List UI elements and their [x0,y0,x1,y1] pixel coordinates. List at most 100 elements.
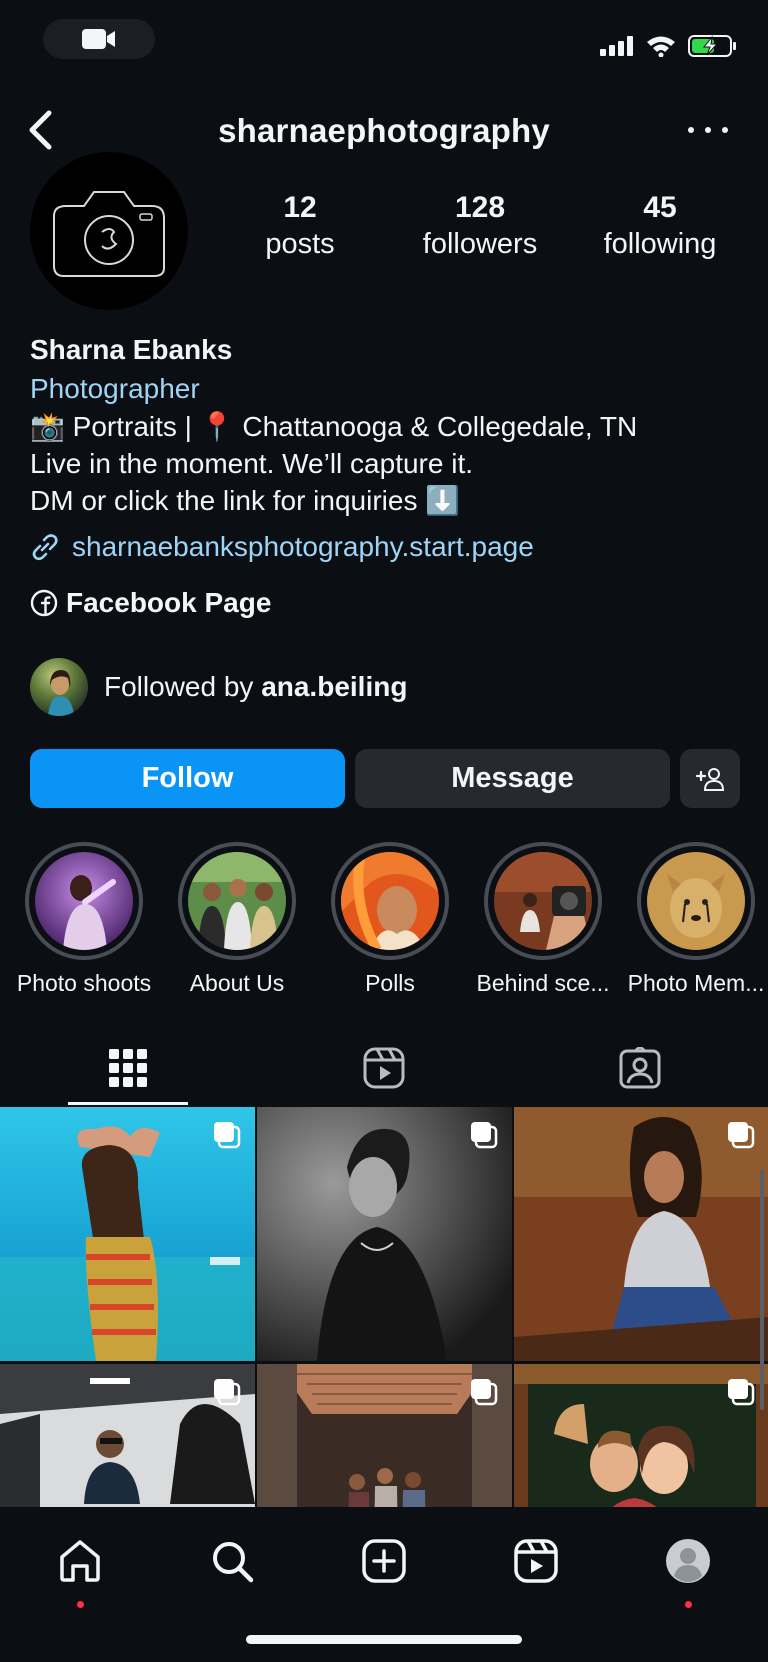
more-options-button[interactable] [688,122,728,138]
profile-stats: 12 posts 128 followers 45 following [220,190,740,262]
highlight-photo [341,852,439,950]
highlight-ring [484,842,602,960]
post-thumbnail[interactable] [514,1107,768,1361]
display-name: Sharna Ebanks [30,334,233,365]
search-icon [213,1542,254,1583]
camera-logo-icon [53,191,165,277]
battery-charging-icon [688,35,736,57]
video-icon [82,29,115,49]
suggested-users-button[interactable] [680,749,740,808]
followed-by-prefix: Followed by [104,671,262,702]
status-icons [600,34,738,58]
grid-icon [109,1049,147,1087]
profile-bio: Sharna Ebanks Photographer 📸 Portraits |… [30,330,750,623]
multiple-photos-icon [471,1379,498,1406]
multiple-photos-icon [728,1379,755,1406]
post-thumbnail[interactable] [257,1107,512,1361]
home-icon [60,1540,100,1582]
active-tab-indicator [68,1102,188,1105]
highlight-photo-memories[interactable]: Photo Mem... [620,842,768,997]
stat-posts[interactable]: 12 posts [220,190,380,262]
nav-reels[interactable] [506,1531,566,1591]
follower-avatar [30,658,88,716]
reels-icon [363,1047,405,1089]
notification-dot [77,1601,84,1608]
highlight-cover [494,852,592,950]
highlight-label: Photo shoots [16,970,152,996]
stat-number: 12 [283,191,317,224]
bio-line: Live in the moment. We’ll capture it. [30,448,474,479]
followed-by-user: ana.beiling [261,671,408,702]
more-dot [722,127,728,133]
highlight-about-us[interactable]: About Us [161,842,313,997]
stat-following[interactable]: 45 following [580,190,740,262]
story-highlights: Photo shoots About Us Polls Behind sce..… [0,842,768,1002]
link-text: sharnaebanksphotography.start.page [72,531,534,562]
highlight-behind-scenes[interactable]: Behind sce... [467,842,619,997]
nav-home[interactable] [50,1531,110,1608]
stat-number: 128 [454,191,506,224]
highlight-ring [178,842,296,960]
stat-followers[interactable]: 128 followers [400,190,560,262]
highlight-cover [188,852,286,950]
home-indicator [246,1635,522,1644]
notification-dot [685,1601,692,1608]
profile-avatar[interactable] [30,152,188,310]
highlight-cover [647,852,745,950]
highlight-photo-shoots[interactable]: Photo shoots [8,842,160,997]
stat-label: posts [265,228,335,260]
bio-website-link[interactable]: sharnaebanksphotography.start.page [30,527,750,567]
status-bar [0,0,768,82]
tab-reels[interactable] [256,1030,512,1106]
profile-header: sharnaephotography [0,100,768,160]
tab-tagged[interactable] [512,1030,768,1106]
tab-posts-grid[interactable] [0,1030,256,1106]
facebook-label: Facebook Page [66,587,272,618]
multiple-photos-icon [214,1122,241,1149]
follow-button[interactable]: Follow [30,749,345,808]
nav-search[interactable] [202,1531,262,1591]
stat-number: 45 [643,191,677,224]
facebook-icon [30,589,58,617]
followed-by-row[interactable]: Followed by ana.beiling [30,658,407,716]
highlight-label: About Us [189,970,285,996]
nav-profile[interactable] [658,1531,718,1608]
posts-grid [0,1107,768,1507]
highlight-photo [647,852,745,950]
highlight-label: Behind sce... [476,970,610,996]
facebook-page-link[interactable]: Facebook Page [30,583,750,623]
bio-line: DM or click the link for inquiries ⬇️ [30,485,461,516]
wifi-icon [647,36,675,57]
tagged-icon [619,1047,661,1089]
followed-by-text: Followed by ana.beiling [104,671,407,703]
add-person-icon [695,767,725,791]
post-thumbnail[interactable] [0,1364,255,1507]
follower-photo [48,670,74,716]
profile-tabs [0,1030,768,1106]
scrollbar[interactable] [760,1170,764,1410]
highlight-ring [25,842,143,960]
highlight-polls[interactable]: Polls [314,842,466,997]
signal-icon [600,36,633,56]
nav-create[interactable] [354,1531,414,1591]
multiple-photos-icon [214,1379,241,1406]
reels-icon [514,1539,558,1583]
profile-actions: Follow Message [30,749,740,808]
multiple-photos-icon [471,1122,498,1149]
highlight-photo [494,852,592,950]
highlight-cover [341,852,439,950]
multiple-photos-icon [728,1122,755,1149]
highlight-ring [331,842,449,960]
post-thumbnail[interactable] [257,1364,512,1507]
highlight-ring [637,842,755,960]
highlight-photo [188,852,286,950]
video-call-pill[interactable] [43,19,155,59]
post-thumbnail[interactable] [0,1107,255,1361]
highlight-photo [35,852,133,950]
highlight-label: Polls [365,970,415,996]
profile-category[interactable]: Photographer [30,370,750,408]
message-button[interactable]: Message [355,749,670,808]
bio-line: 📸 Portraits | 📍 Chattanooga & Collegedal… [30,411,638,442]
more-dot [688,127,694,133]
post-thumbnail[interactable] [514,1364,768,1507]
